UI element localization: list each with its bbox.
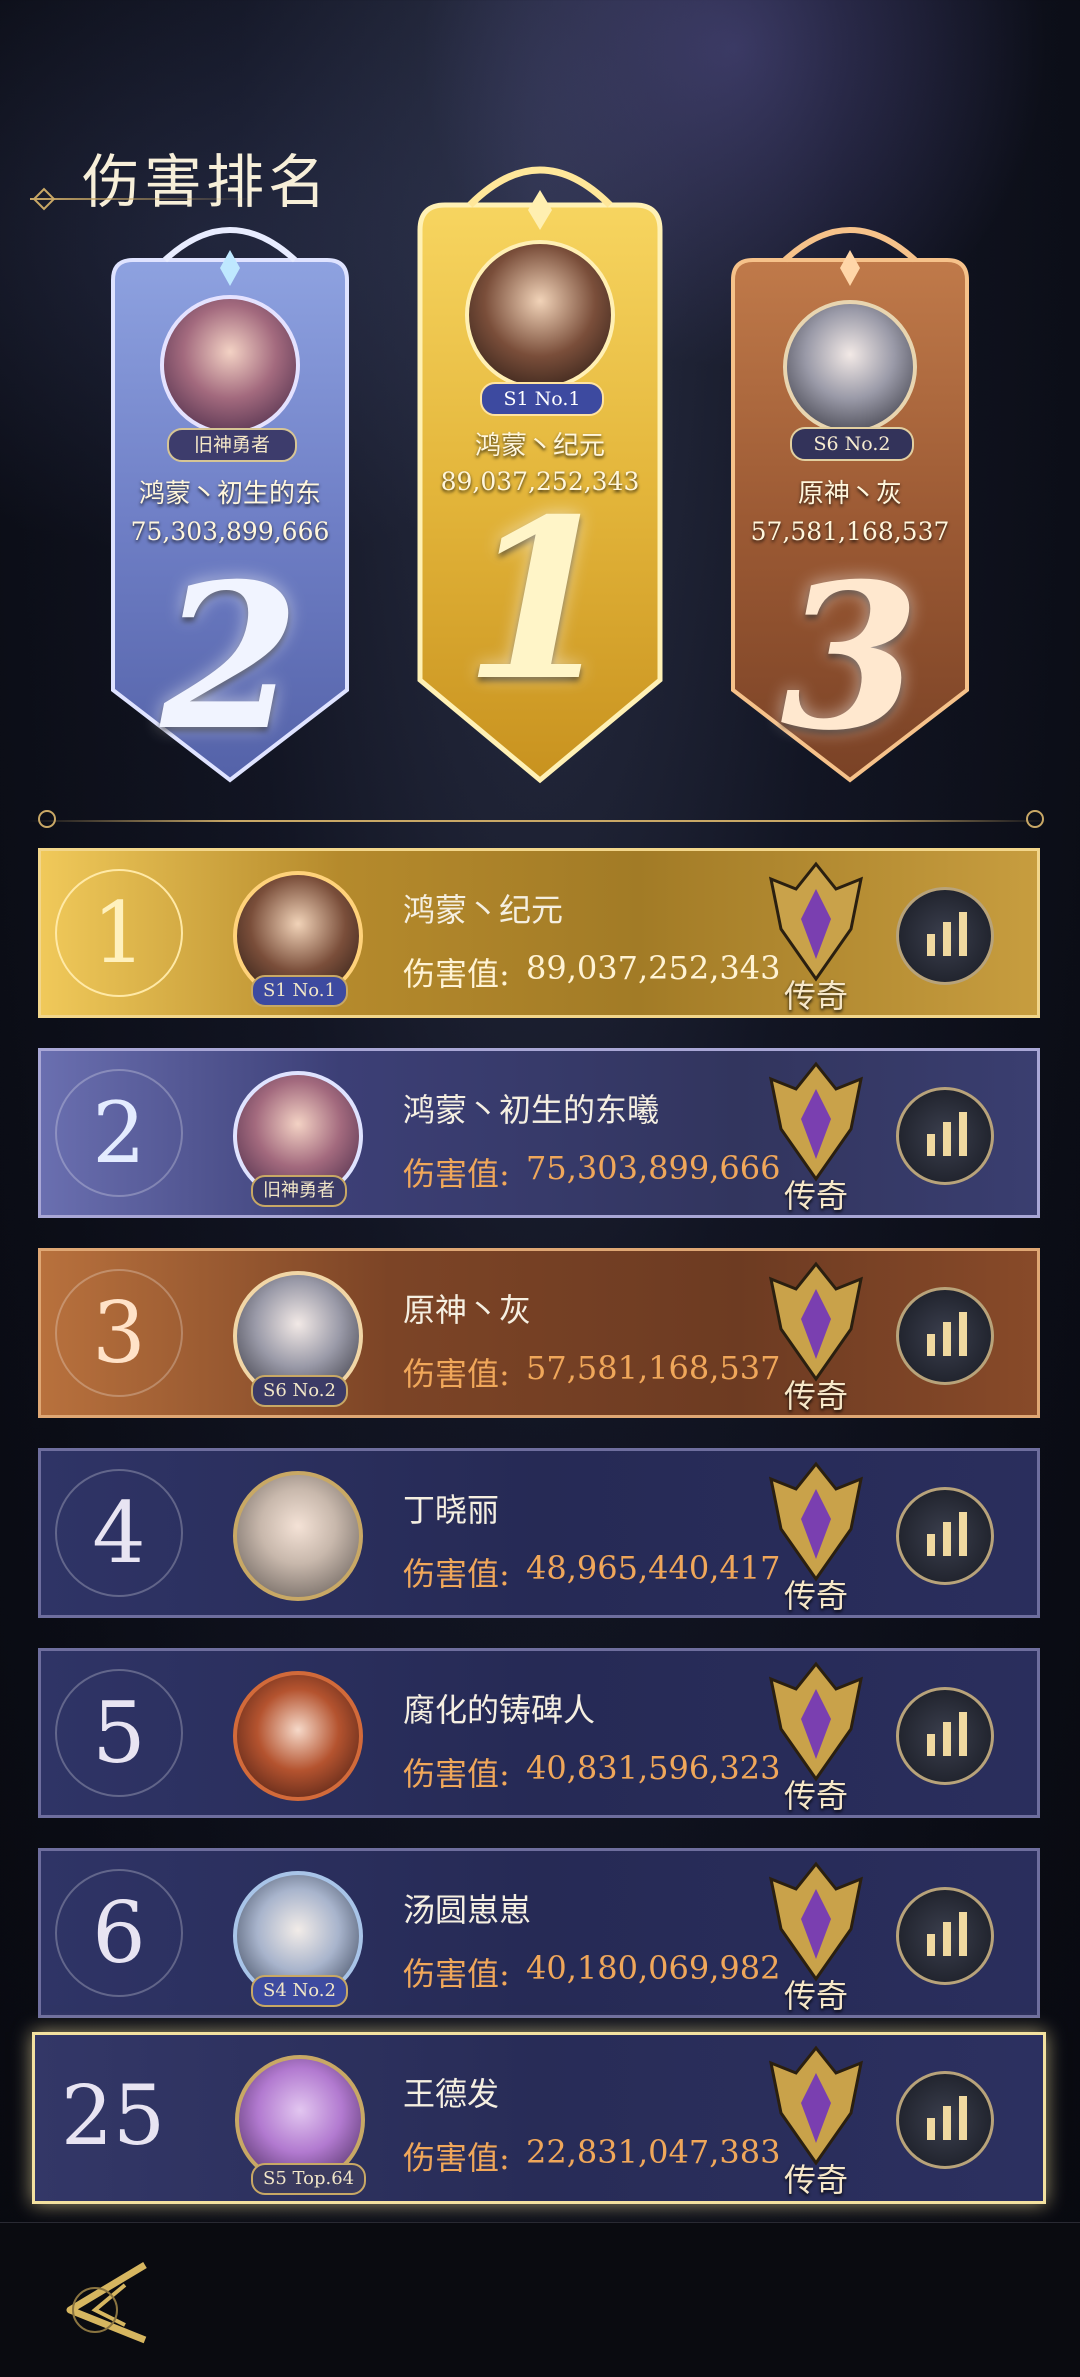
bar-icon-part — [959, 1312, 967, 1356]
section-divider — [28, 820, 1048, 822]
player-badge: S6 No.2 — [251, 1375, 348, 1407]
bar-icon-part — [943, 1322, 951, 1356]
ranking-row-3[interactable]: 3 S6 No.2 原神丶灰 伤害值: 57,581,168,537 传奇 — [38, 1248, 1040, 1418]
ranking-row-5[interactable]: 5 腐化的铸碑人 伤害值: 40,831,596,323 传奇 — [38, 1648, 1040, 1818]
bar-icon-part — [943, 922, 951, 956]
rank-number: 1 — [92, 884, 146, 982]
player-avatar — [233, 1671, 363, 1801]
bar-icon-part — [959, 912, 967, 956]
tier-label: 传奇 — [783, 977, 848, 1015]
player-badge: S4 No.2 — [251, 1975, 348, 2007]
tier-label: 传奇 — [783, 2161, 848, 2199]
divider-ornament-right — [1026, 810, 1044, 828]
bar-icon-part — [927, 1534, 935, 1556]
rank-number: 6 — [92, 1884, 146, 1982]
bar-icon-part — [959, 1712, 967, 1756]
rank-number: 4 — [92, 1484, 146, 1582]
score-label: 伤害值: — [403, 1155, 510, 1193]
bar-icon-part — [959, 1112, 967, 1156]
tier-label: 传奇 — [783, 1577, 848, 1615]
player-name: 鸿蒙丶初生的东曦 — [403, 1091, 660, 1129]
stats-chart-button[interactable] — [896, 1487, 994, 1585]
score-label: 伤害值: — [403, 1555, 510, 1593]
bar-icon-part — [943, 1522, 951, 1556]
bar-icon-part — [959, 1912, 967, 1956]
podium-badge-3: S6 No.2 — [790, 427, 914, 461]
player-score: 22,831,047,383 — [526, 2133, 781, 2171]
divider-ornament-left — [38, 810, 56, 828]
player-score: 40,831,596,323 — [526, 1749, 781, 1787]
bottom-bar — [0, 2222, 1080, 2377]
podium-rank-2[interactable]: 旧神勇者 鸿蒙丶初生的东 75,303,899,666 2 — [105, 220, 355, 790]
tier-label: 传奇 — [783, 1977, 848, 2015]
tier-label: 传奇 — [783, 1777, 848, 1815]
player-score: 57,581,168,537 — [526, 1349, 781, 1387]
player-name: 鸿蒙丶纪元 — [403, 891, 564, 929]
rank-number: 25 — [60, 2069, 166, 2164]
stats-chart-button[interactable] — [896, 1287, 994, 1385]
tier-label: 传奇 — [783, 1377, 848, 1415]
bar-icon-part — [927, 934, 935, 956]
stats-chart-button[interactable] — [896, 1087, 994, 1185]
player-score: 40,180,069,982 — [526, 1949, 781, 1987]
podium-badge-1: S1 No.1 — [480, 382, 604, 416]
ranking-row-self[interactable]: 25 S5 Top.64 王德发 伤害值: 22,831,047,383 传奇 — [32, 2032, 1046, 2204]
player-badge: S1 No.1 — [251, 975, 348, 1007]
score-label: 伤害值: — [403, 1355, 510, 1393]
bar-icon-part — [959, 2096, 967, 2140]
podium-number-1: 1 — [463, 470, 617, 729]
ranking-row-2[interactable]: 2 旧神勇者 鸿蒙丶初生的东曦 伤害值: 75,303,899,666 传奇 — [38, 1048, 1040, 1218]
ranking-row-6[interactable]: 6 S4 No.2 汤圆崽崽 伤害值: 40,180,069,982 传奇 — [38, 1848, 1040, 2018]
bar-icon-part — [927, 1934, 935, 1956]
player-name: 原神丶灰 — [403, 1291, 532, 1329]
podium-number-2: 2 — [160, 540, 300, 775]
player-badge: S5 Top.64 — [251, 2163, 367, 2195]
bar-icon-part — [943, 1722, 951, 1756]
player-score: 89,037,252,343 — [526, 949, 781, 987]
rank-number: 3 — [92, 1284, 146, 1382]
podium-avatar-2 — [160, 295, 300, 435]
score-label: 伤害值: — [403, 955, 510, 993]
score-label: 伤害值: — [403, 1755, 510, 1793]
podium-avatar-1 — [465, 240, 615, 390]
player-name: 王德发 — [403, 2075, 500, 2113]
ranking-row-1[interactable]: 1 S1 No.1 鸿蒙丶纪元 伤害值: 89,037,252,343 传奇 — [38, 848, 1040, 1018]
player-score: 48,965,440,417 — [526, 1549, 781, 1587]
rank-number: 2 — [92, 1084, 146, 1182]
back-arrow-icon[interactable] — [55, 2255, 155, 2350]
player-score: 75,303,899,666 — [526, 1149, 781, 1187]
player-avatar — [233, 1471, 363, 1601]
stats-chart-button[interactable] — [896, 1887, 994, 1985]
stats-chart-button[interactable] — [896, 887, 994, 985]
bar-icon-part — [959, 1512, 967, 1556]
score-label: 伤害值: — [403, 1955, 510, 1993]
podium-rank-1[interactable]: S1 No.1 鸿蒙丶纪元 89,037,252,343 1 — [410, 160, 670, 790]
podium-avatar-3 — [783, 300, 917, 434]
page-title: 伤害排名 — [82, 148, 331, 216]
bar-icon-part — [943, 2106, 951, 2140]
podium-name-1: 鸿蒙丶纪元 — [474, 431, 605, 461]
player-name: 腐化的铸碑人 — [403, 1691, 596, 1729]
stats-chart-button[interactable] — [896, 1687, 994, 1785]
bar-icon-part — [927, 1734, 935, 1756]
bar-icon-part — [927, 2118, 935, 2140]
player-name: 汤圆崽崽 — [403, 1891, 532, 1929]
tier-label: 传奇 — [783, 1177, 848, 1215]
podium-badge-2: 旧神勇者 — [167, 428, 297, 462]
bar-icon-part — [927, 1134, 935, 1156]
ranking-row-4[interactable]: 4 丁晓丽 伤害值: 48,965,440,417 传奇 — [38, 1448, 1040, 1618]
player-name: 丁晓丽 — [403, 1491, 500, 1529]
title-underline — [30, 198, 260, 200]
score-label: 伤害值: — [403, 2139, 510, 2177]
bar-icon-part — [943, 1922, 951, 1956]
bar-icon-part — [943, 1122, 951, 1156]
player-badge: 旧神勇者 — [251, 1175, 347, 1207]
podium-name-3: 原神丶灰 — [797, 479, 902, 509]
rank-number: 5 — [92, 1684, 146, 1782]
stats-chart-button[interactable] — [896, 2071, 994, 2169]
podium-name-2: 鸿蒙丶初生的东 — [138, 479, 321, 509]
bar-icon-part — [927, 1334, 935, 1356]
podium-rank-3[interactable]: S6 No.2 原神丶灰 57,581,168,537 3 — [725, 220, 975, 790]
podium-number-3: 3 — [780, 540, 920, 775]
